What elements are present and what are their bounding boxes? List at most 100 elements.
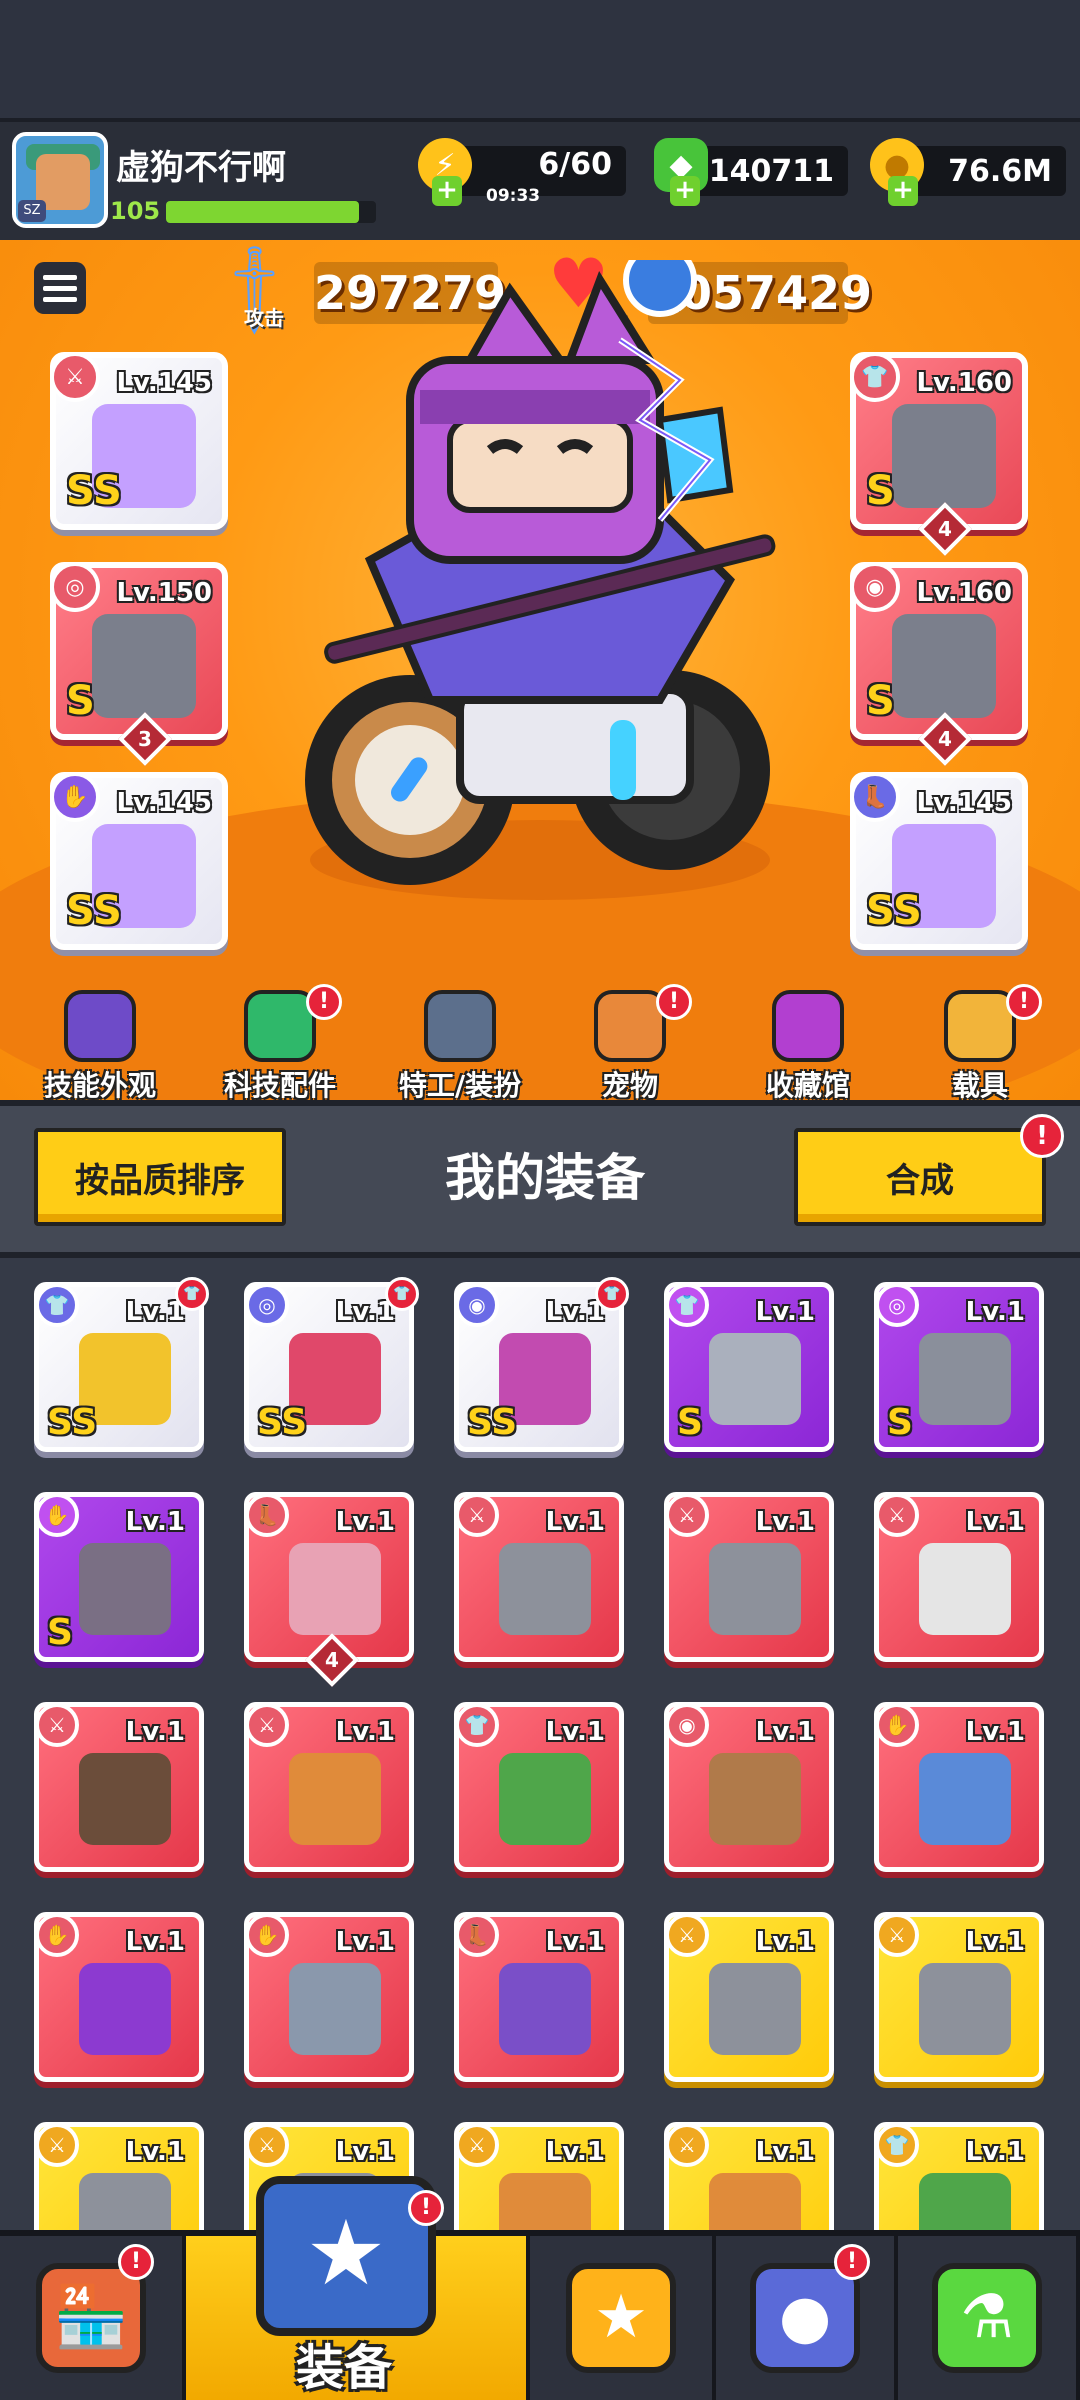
equipped-right-armor-slot[interactable]: 👕 Lv.160 S 4	[850, 352, 1028, 556]
boots-type-icon: 👢	[455, 1913, 499, 1957]
item-level: Lv.1	[755, 2137, 815, 2167]
feature-label: 科技配件	[223, 1069, 336, 1102]
item-level: Lv.1	[965, 1507, 1025, 1537]
feature-vehicle[interactable]: 载具!	[890, 984, 1070, 1102]
inventory-item-weapon[interactable]: ⚔ Lv.1	[664, 1492, 834, 1662]
nav-tab-battle[interactable]: ★	[530, 2236, 716, 2400]
item-level: Lv.1	[125, 2137, 185, 2167]
inventory-item-glove[interactable]: ✋ Lv.1	[34, 1912, 204, 2082]
inventory-item-weapon[interactable]: ⚔ Lv.1	[874, 1912, 1044, 2082]
player-avatar[interactable]: SZ	[12, 132, 108, 228]
sort-by-quality-button[interactable]: 按品质排序	[34, 1128, 286, 1226]
inventory-item-weapon[interactable]: ⚔ Lv.1	[244, 1702, 414, 1872]
armor-type-icon: 👕	[875, 2123, 919, 2167]
inventory-item-boots[interactable]: 👢 Lv.1	[454, 1912, 624, 2082]
feature-skill-skin[interactable]: 技能外观	[10, 990, 190, 1102]
equipped-right-belt-slot[interactable]: ◉ Lv.160 S 4	[850, 562, 1028, 766]
weapon-art	[499, 1543, 591, 1635]
feature-label: 技能外观	[43, 1069, 156, 1102]
item-level: Lv.1	[545, 1717, 605, 1747]
equipped-left-weapon-slot[interactable]: ⚔ Lv.145 SS	[50, 352, 228, 530]
belt-art	[892, 614, 996, 718]
inventory-item-necklace[interactable]: ◎ Lv.1 SS 👕	[244, 1277, 419, 1452]
status-bar	[0, 0, 1080, 118]
inventory-item-weapon[interactable]: ⚔ Lv.1	[874, 1492, 1044, 1662]
energy-counter[interactable]: 6/60	[456, 146, 626, 196]
glove-type-icon: ✋	[50, 772, 100, 822]
feature-label: 载具	[951, 1069, 1008, 1102]
feature-pet[interactable]: 宠物!	[540, 984, 720, 1102]
energy-value: 6/60	[538, 146, 612, 182]
equipped-left-glove-slot[interactable]: ✋ Lv.145 SS	[50, 772, 228, 950]
nav-tab-egg[interactable]: ●!	[716, 2236, 898, 2400]
item-level: Lv.1	[125, 1507, 185, 1537]
inventory-item-weapon[interactable]: ⚔ Lv.1	[454, 1492, 624, 1662]
weapon-type-icon: ⚔	[665, 1493, 709, 1537]
merge-button[interactable]: 合成	[794, 1128, 1046, 1226]
item-level: Lv.1	[755, 1297, 815, 1327]
egg-icon: ●	[750, 2263, 860, 2373]
coin-counter[interactable]: 76.6M	[900, 146, 1066, 196]
inventory-item-armor[interactable]: 👕 Lv.1	[454, 1702, 624, 1872]
add-coin-icon[interactable]: +	[888, 176, 918, 206]
necklace-type-icon: ◎	[245, 1283, 289, 1327]
armor-type-icon: 👕	[455, 1703, 499, 1747]
armor-type-icon: 👕	[850, 352, 900, 402]
item-grade: SS	[47, 1402, 98, 1443]
feature-tech-part[interactable]: 科技配件!	[190, 984, 370, 1102]
inventory-item-weapon[interactable]: ⚔ Lv.1	[34, 1702, 204, 1872]
star-rank-value: 4	[938, 517, 952, 541]
star-rank-value: 4	[938, 727, 952, 751]
weapon-art	[709, 1543, 801, 1635]
inventory-item-armor[interactable]: 👕 Lv.1 S	[664, 1282, 834, 1452]
add-energy-icon[interactable]: +	[432, 176, 462, 206]
new-item-badge: 👕	[385, 1277, 419, 1311]
alert-badge: !	[656, 984, 692, 1020]
weapon-art	[919, 1963, 1011, 2055]
inventory-item-belt[interactable]: ◉ Lv.1	[664, 1702, 834, 1872]
belt-art	[709, 1753, 801, 1845]
gem-counter[interactable]: 140711	[690, 146, 848, 196]
nav-tab-lab[interactable]: ⚗	[898, 2236, 1080, 2400]
item-level: Lv.1	[755, 1507, 815, 1537]
inventory-item-glove[interactable]: ✋ Lv.1	[244, 1912, 414, 2082]
armor-art	[709, 1333, 801, 1425]
inventory-item-necklace[interactable]: ◎ Lv.1 S	[874, 1282, 1044, 1452]
feature-label: 收藏馆	[765, 1069, 850, 1102]
belt-type-icon: ◉	[850, 562, 900, 612]
inventory-item-boots[interactable]: 👢 Lv.1 4	[244, 1492, 414, 1687]
feature-label: 宠物	[601, 1069, 658, 1102]
inventory-item-glove[interactable]: ✋ Lv.1 S	[34, 1492, 204, 1662]
inventory-item-belt[interactable]: ◉ Lv.1 SS 👕	[454, 1277, 629, 1452]
gear-grade: SS	[66, 468, 122, 514]
equipped-left-necklace-slot[interactable]: ◎ Lv.150 S 3	[50, 562, 228, 766]
nav-tab-equipment[interactable]: ★ 装备!	[186, 2176, 530, 2400]
necklace-art	[92, 614, 196, 718]
feature-label: 特工/装扮	[398, 1069, 522, 1102]
inventory-item-armor[interactable]: 👕 Lv.1 SS 👕	[34, 1277, 209, 1452]
equipped-right-boots-slot[interactable]: 👢 Lv.145 SS	[850, 772, 1028, 950]
item-level: Lv.1	[335, 2137, 395, 2167]
belt-type-icon: ◉	[455, 1283, 499, 1327]
nav-tab-shop[interactable]: 🏪!	[0, 2236, 186, 2400]
glove-type-icon: ✋	[245, 1913, 289, 1957]
gear-level: Lv.145	[116, 368, 212, 398]
inventory-item-glove[interactable]: ✋ Lv.1	[874, 1702, 1044, 1872]
collection-icon	[772, 990, 844, 1062]
item-level: Lv.1	[965, 2137, 1025, 2167]
alert-badge: !	[118, 2244, 154, 2280]
item-level: Lv.1	[125, 1927, 185, 1957]
gem-value: 140711	[708, 153, 834, 189]
new-item-badge: 👕	[175, 1277, 209, 1311]
necklace-type-icon: ◎	[875, 1283, 919, 1327]
weapon-type-icon: ⚔	[35, 1703, 79, 1747]
menu-button[interactable]	[34, 262, 86, 314]
weapon-type-icon: ⚔	[455, 1493, 499, 1537]
weapon-type-icon: ⚔	[665, 2123, 709, 2167]
feature-agent[interactable]: 特工/装扮	[370, 990, 550, 1102]
weapon-type-icon: ⚔	[245, 2123, 289, 2167]
glove-art	[79, 1543, 171, 1635]
inventory-item-weapon[interactable]: ⚔ Lv.1	[664, 1912, 834, 2082]
feature-collection[interactable]: 收藏馆	[718, 990, 898, 1102]
add-gem-icon[interactable]: +	[670, 176, 700, 206]
